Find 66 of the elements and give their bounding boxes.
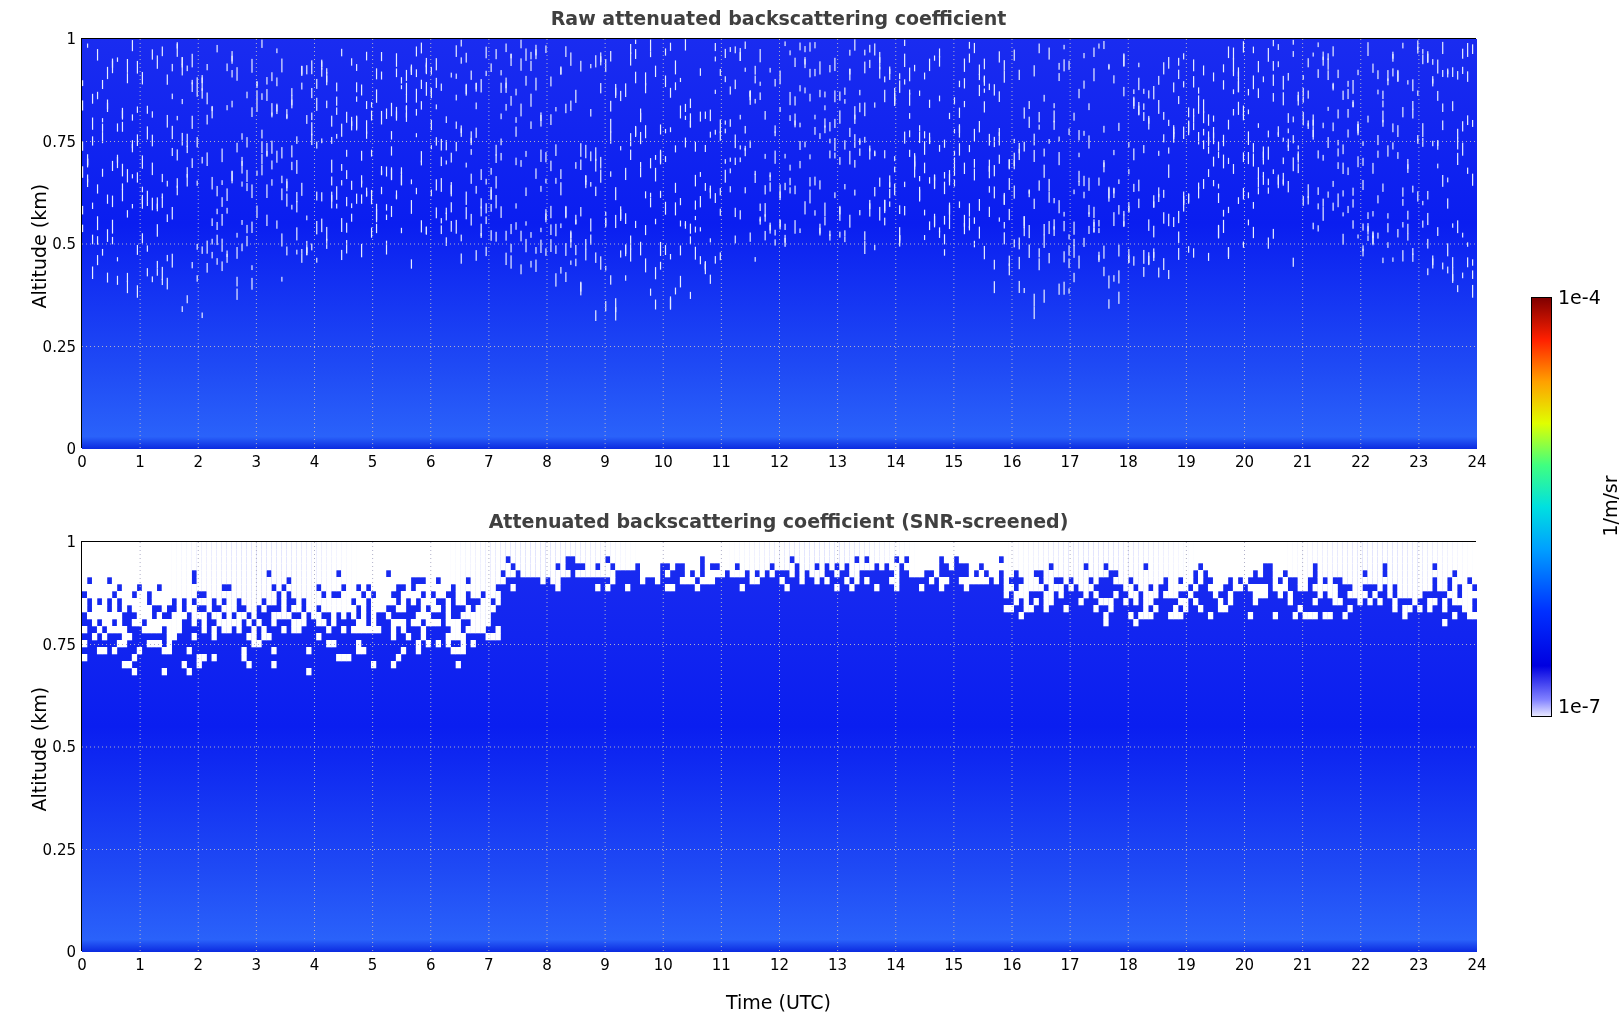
- x-tick-label: 8: [541, 453, 553, 471]
- colorbar-max-label: 1e-4: [1558, 286, 1601, 308]
- x-tick-label: 5: [366, 453, 379, 471]
- x-tick-label: 2: [192, 453, 204, 471]
- colorbar-min-label: 1e-7: [1558, 695, 1601, 717]
- x-tick-label: 6: [424, 956, 437, 974]
- y-tick-label: 0.75: [41, 132, 76, 151]
- x-tick-label: 10: [652, 956, 674, 974]
- x-tick-label: 13: [827, 453, 849, 471]
- x-tick-label: 8: [541, 956, 553, 974]
- y-tick-label: 1: [65, 30, 76, 48]
- x-tick-label: 12: [768, 956, 791, 974]
- x-tick-label: 16: [1001, 453, 1023, 471]
- x-tick-label: 2: [192, 956, 204, 974]
- x-tick-label: 24: [1466, 956, 1488, 974]
- x-tick-label: 4: [308, 956, 321, 974]
- y-tick-label: 0: [65, 943, 76, 961]
- x-tick-label: 24: [1466, 453, 1488, 471]
- y-axis-label: Altitude (km): [26, 685, 51, 814]
- x-tick-label: 19: [1175, 453, 1197, 471]
- y-axis-label: Altitude (km): [26, 182, 51, 311]
- x-axis-label: Time (UTC): [726, 990, 831, 1015]
- x-tick-label: 16: [1001, 956, 1023, 974]
- y-tick-label: 1: [65, 533, 76, 551]
- x-tick-label: 3: [250, 956, 263, 974]
- x-tick-label: 20: [1233, 956, 1256, 974]
- x-tick-label: 13: [827, 956, 849, 974]
- x-tick-label: 10: [652, 453, 674, 471]
- y-tick-label: 0.75: [41, 635, 76, 654]
- x-tick-label: 17: [1059, 453, 1081, 471]
- x-tick-label: 19: [1175, 956, 1197, 974]
- colorbar-label: 1/m/sr: [1599, 474, 1621, 539]
- x-tick-label: 18: [1117, 956, 1139, 974]
- chart-title: Attenuated backscattering coefficient (SNR-screened): [488, 508, 1069, 534]
- x-tick-label: 17: [1059, 956, 1081, 974]
- x-tick-label: 9: [599, 453, 611, 471]
- chart-title: Raw attenuated backscattering coefficient: [550, 5, 1007, 31]
- x-tick-label: 12: [768, 453, 791, 471]
- x-tick-label: 7: [483, 453, 495, 471]
- x-tick-label: 23: [1408, 453, 1430, 471]
- x-tick-label: 22: [1350, 453, 1372, 471]
- x-tick-label: 18: [1117, 453, 1139, 471]
- x-tick-label: 5: [366, 956, 379, 974]
- x-tick-label: 4: [308, 453, 321, 471]
- x-tick-label: 3: [250, 453, 263, 471]
- x-tick-label: 20: [1233, 453, 1256, 471]
- x-tick-label: 1: [134, 956, 146, 974]
- x-tick-label: 6: [424, 453, 437, 471]
- x-tick-label: 21: [1292, 453, 1314, 471]
- x-tick-label: 22: [1350, 956, 1372, 974]
- y-tick-label: 0.25: [41, 337, 76, 356]
- x-tick-label: 0: [76, 453, 88, 471]
- x-tick-label: 23: [1408, 956, 1430, 974]
- x-tick-label: 15: [943, 453, 965, 471]
- x-tick-label: 14: [885, 956, 907, 974]
- x-tick-label: 9: [599, 956, 611, 974]
- x-tick-label: 11: [710, 453, 732, 471]
- x-tick-label: 14: [885, 453, 907, 471]
- x-tick-label: 15: [943, 956, 965, 974]
- y-tick-label: 0: [65, 440, 76, 458]
- x-tick-label: 11: [710, 956, 732, 974]
- x-tick-label: 7: [483, 956, 495, 974]
- y-tick-label: 0.25: [41, 840, 76, 859]
- x-tick-label: 21: [1292, 956, 1314, 974]
- x-tick-label: 1: [134, 453, 146, 471]
- x-tick-label: 0: [76, 956, 88, 974]
